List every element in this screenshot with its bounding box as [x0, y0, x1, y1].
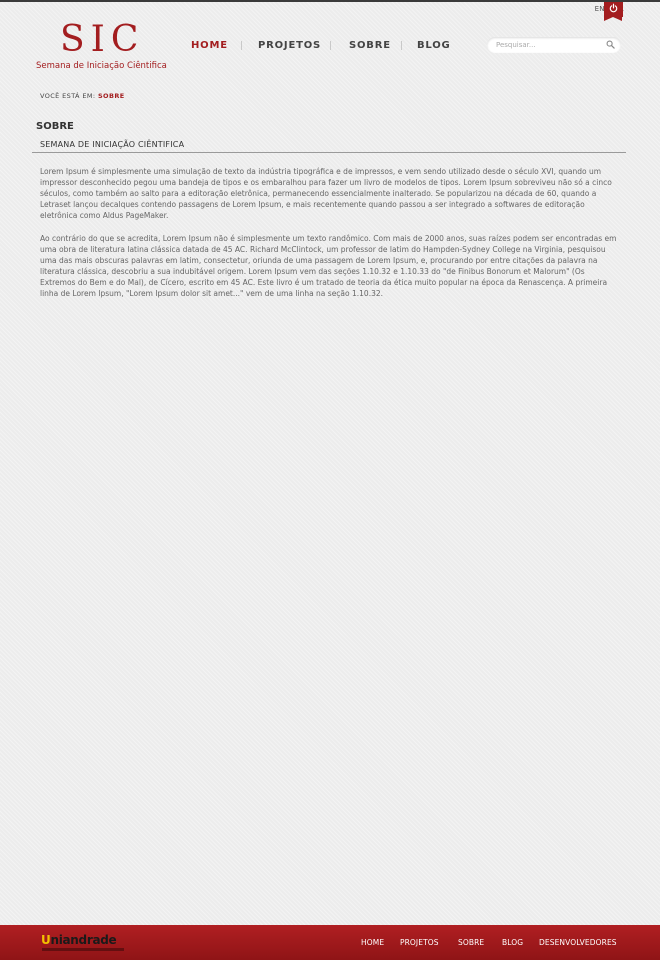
nav-home[interactable]: HOME — [191, 39, 228, 53]
nav-blog[interactable]: BLOG — [417, 39, 451, 53]
section-divider — [32, 152, 626, 153]
footer-logo-text: niandrade — [50, 933, 117, 947]
nav-separator — [241, 41, 242, 50]
footer-link-sobre[interactable]: SOBRE — [458, 938, 484, 947]
nav-separator — [401, 41, 402, 50]
search-icon[interactable] — [606, 40, 615, 49]
breadcrumb-prefix: VOCÊ ESTÁ EM: — [40, 92, 96, 100]
footer-link-blog[interactable]: BLOG — [502, 938, 523, 947]
footer-link-desenvolvedores[interactable]: DESENVOLVEDORES — [539, 938, 617, 947]
breadcrumb: VOCÊ ESTÁ EM: SOBRE — [40, 92, 125, 100]
footer-link-home[interactable]: HOME — [361, 938, 384, 947]
section-title: SEMANA DE INICIAÇÃO CIÊNTIFICA — [40, 140, 185, 149]
nav-projetos[interactable]: PROJETOS — [258, 39, 321, 53]
footer-logo-bar — [42, 948, 124, 951]
footer: Uniandrade HOME PROJETOS SOBRE BLOG DESE… — [0, 925, 660, 960]
content-paragraph: Ao contrário do que se acredita, Lorem I… — [40, 234, 617, 298]
footer-logo[interactable]: Uniandrade — [41, 933, 117, 947]
top-border — [0, 0, 660, 2]
page-title: SOBRE — [36, 121, 74, 132]
footer-link-projetos[interactable]: PROJETOS — [400, 938, 439, 947]
nav-separator — [330, 41, 331, 50]
power-icon — [609, 3, 618, 13]
content-paragraph: Lorem Ipsum é simplesmente uma simulação… — [40, 167, 612, 220]
breadcrumb-current[interactable]: SOBRE — [98, 92, 125, 100]
search-input[interactable] — [496, 38, 596, 51]
login-button[interactable] — [604, 2, 623, 21]
logo-subtitle: Semana de Iniciação Ciêntifica — [36, 61, 167, 71]
search-box — [487, 37, 621, 53]
logo-title: SIC — [60, 19, 145, 60]
nav-sobre[interactable]: SOBRE — [349, 39, 391, 53]
